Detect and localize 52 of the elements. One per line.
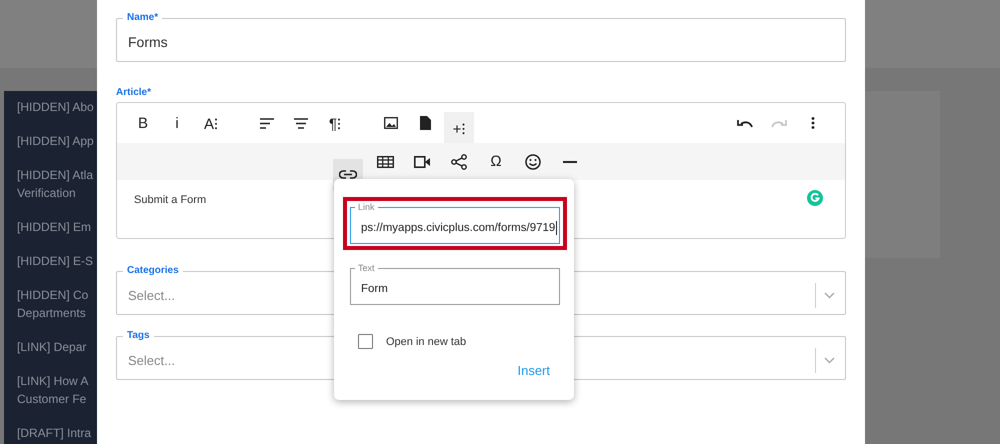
placeholder-text: Select...: [128, 287, 175, 305]
sidebar-item[interactable]: [HIDDEN] App: [17, 132, 97, 150]
text-input-field[interactable]: Text Form: [350, 262, 560, 305]
format-button[interactable]: Ω: [481, 146, 511, 178]
undo-icon: [737, 118, 753, 128]
insert-button[interactable]: Insert: [515, 361, 552, 380]
field-value: ps://myapps.civicplus.com/forms/9719: [361, 221, 556, 236]
format-button[interactable]: A⁝: [194, 103, 228, 143]
more-icon: [811, 117, 815, 129]
field-label: Text: [357, 262, 376, 274]
article-text: Submit a Form: [134, 194, 206, 206]
align-center-icon: [294, 118, 308, 128]
sidebar-item[interactable]: [HIDDEN] E-S: [17, 252, 97, 270]
chevron-down-icon: [824, 357, 835, 364]
share-icon: [451, 154, 467, 170]
sidebar-item[interactable]: [LINK] Depar: [17, 338, 97, 356]
link-icon: [339, 170, 357, 179]
horizontal-rule-icon: [563, 160, 577, 162]
sidebar-item[interactable]: Departments: [17, 304, 97, 322]
field-label: Categories: [126, 265, 180, 277]
sidebar-item[interactable]: [HIDDEN] Co: [17, 286, 97, 304]
field-label: Tags: [126, 330, 151, 342]
field-value: Form: [361, 282, 388, 297]
table-icon: [376, 156, 394, 168]
sidebar-item[interactable]: [DRAFT] Intra: [17, 424, 97, 442]
format-button[interactable]: i: [160, 103, 194, 143]
sidebar-item[interactable]: Customer Fe: [17, 390, 97, 408]
checkbox-label: Open in new tab: [386, 336, 466, 348]
grammar-checker-icon[interactable]: [807, 190, 823, 206]
format-button[interactable]: ¶⁝: [318, 103, 352, 143]
format-button[interactable]: +⁝: [444, 112, 474, 143]
format-button[interactable]: B: [126, 103, 160, 143]
file-icon: [420, 116, 430, 130]
chevron-down-icon: [824, 292, 835, 299]
checkbox[interactable]: [358, 334, 373, 349]
field-value: Forms: [128, 33, 168, 52]
field-label: Link: [357, 201, 376, 213]
sidebar-item[interactable]: [HIDDEN] Abo: [17, 98, 97, 116]
sidebar-item[interactable]: [HIDDEN] Atla: [17, 166, 97, 184]
align-left-icon: [260, 118, 274, 128]
sidebar-item[interactable]: [HIDDEN] Em: [17, 218, 97, 236]
name-field[interactable]: Name* Forms: [116, 12, 846, 62]
video-camera-icon: [414, 156, 430, 168]
image-icon: [384, 117, 398, 129]
redo-icon: [771, 118, 787, 128]
link-input-field[interactable]: Link ps://myapps.civicplus.com/forms/9719: [350, 201, 560, 244]
field-label: Name*: [126, 12, 160, 24]
placeholder-text: Select...: [128, 352, 175, 370]
field-label: Article*: [116, 86, 152, 100]
smiley-icon: [525, 154, 541, 170]
sidebar-item[interactable]: [LINK] How A: [17, 372, 97, 390]
sidebar-item[interactable]: Verification: [17, 184, 97, 202]
